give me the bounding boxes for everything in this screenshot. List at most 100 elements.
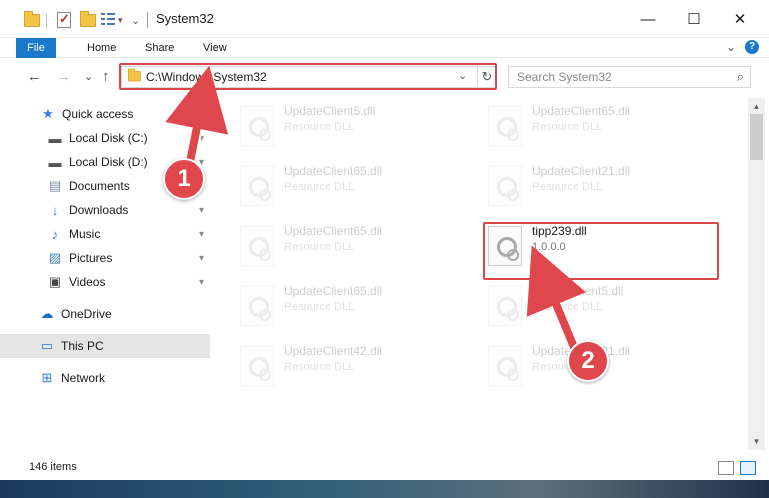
drive-icon: ▬ (48, 154, 62, 170)
dll-file-icon (488, 346, 522, 386)
search-input[interactable]: Search System32 ⌕ (508, 66, 751, 88)
file-name: UpdateClient65.dll (284, 224, 383, 238)
music-icon: ♪ (51, 226, 59, 242)
tab-home[interactable]: Home (87, 38, 116, 58)
pin-icon[interactable]: ▾ (199, 253, 204, 264)
sidebar-item-label: Music (69, 227, 101, 241)
file-type: Resource DLL (284, 181, 355, 193)
properties-check-icon[interactable] (57, 10, 71, 30)
documents-icon: ▤ (48, 178, 62, 193)
large-icons-view-icon[interactable] (740, 461, 756, 475)
vertical-scrollbar[interactable]: ▲ ▼ (748, 98, 765, 450)
sidebar-item-label: Local Disk (C:) (69, 131, 148, 145)
tab-share[interactable]: Share (145, 38, 174, 58)
list-item[interactable]: UpdateClient21.dll Resource DLL (458, 158, 698, 212)
pictures-icon: ▨ (48, 250, 62, 265)
search-placeholder: Search System32 (517, 70, 612, 84)
scroll-thumb[interactable] (750, 114, 763, 160)
view-options-icon[interactable] (101, 10, 115, 30)
sidebar-item-downloads[interactable]: ↓ Downloads ▾ (0, 198, 210, 222)
details-view-icon[interactable] (718, 461, 734, 475)
ribbon: File Home Share View ⌄ ? (0, 38, 769, 58)
list-item[interactable]: UpdateClient65.dll Resource DLL (458, 98, 698, 152)
list-item[interactable]: UpdateClient65.dll Resource DLL (210, 278, 450, 332)
list-item[interactable]: UpdateClient5.dll Resource DLL (458, 278, 698, 332)
sidebar-item-pictures[interactable]: ▨ Pictures ▾ (0, 246, 210, 270)
folder-icon[interactable] (24, 10, 40, 30)
list-item[interactable]: UpdateClient65.dll Resource DLL (210, 158, 450, 212)
up-button[interactable]: ↑ (102, 68, 110, 85)
downloads-icon: ↓ (51, 202, 59, 218)
drive-icon: ▬ (48, 130, 62, 146)
pin-icon[interactable]: ▾ (199, 133, 204, 144)
sidebar-item-label: Pictures (69, 251, 113, 265)
sidebar-item-label: Local Disk (D:) (69, 155, 148, 169)
star-icon: ★ (42, 106, 54, 121)
file-type: Resource DLL (284, 361, 355, 373)
file-name: UpdateClient21.dll (532, 164, 631, 178)
dll-file-icon (240, 346, 274, 386)
tab-file[interactable]: File (16, 38, 56, 58)
list-item[interactable]: UpdateClient5.dll Resource DLL (210, 98, 450, 152)
qa-dropdown-icon[interactable]: ⌄ (131, 10, 140, 30)
back-button[interactable]: ← (27, 68, 42, 85)
pin-icon[interactable]: ▾ (199, 229, 204, 240)
help-icon: ? (745, 40, 759, 54)
file-name: UpdateClient5.dll (532, 284, 624, 298)
item-count: 146 items (29, 461, 77, 473)
list-item[interactable]: UpdateClient42.dll Resource DLL (210, 338, 450, 392)
customize-qa-chevron-icon[interactable]: ▾ (118, 10, 123, 30)
tab-view[interactable]: View (203, 38, 227, 58)
sidebar-item-label: This PC (61, 339, 104, 353)
list-item[interactable]: UpdateClient65.dll Resource DLL (210, 218, 450, 272)
pin-icon[interactable]: ▾ (199, 277, 204, 288)
sidebar-item-label: Documents (69, 179, 130, 193)
file-type: Resource DLL (532, 181, 603, 193)
file-name: UpdateClient65.dll (284, 164, 383, 178)
callout-2: 2 (567, 340, 609, 382)
file-name: UpdateClient65.dll (532, 104, 631, 118)
search-icon[interactable]: ⌕ (737, 69, 744, 85)
forward-button[interactable]: → (56, 68, 71, 85)
sidebar-item-label: Downloads (69, 203, 129, 217)
file-type: Resource DLL (284, 301, 355, 313)
sidebar-item-videos[interactable]: ▣ Videos ▾ (0, 270, 210, 294)
scroll-up-icon[interactable]: ▲ (748, 98, 765, 115)
sidebar-item-music[interactable]: ♪ Music ▾ (0, 222, 210, 246)
close-button[interactable]: ✕ (717, 0, 763, 38)
file-type: Resource DLL (284, 241, 355, 253)
minimize-button[interactable]: — (625, 0, 671, 38)
scroll-down-icon[interactable]: ▼ (748, 433, 765, 450)
desktop-background (0, 480, 769, 498)
window-title: System32 (156, 11, 214, 26)
chevron-down-icon[interactable]: ⌄ (726, 40, 736, 54)
callout-1: 1 (163, 158, 205, 200)
sidebar-item-label: Quick access (62, 107, 134, 121)
file-type: Resource DLL (532, 301, 603, 313)
file-name: UpdateClient42.dll (284, 344, 383, 358)
sidebar-item-quick-access[interactable]: ★ Quick access (0, 102, 210, 126)
maximize-button[interactable]: ☐ (671, 0, 717, 38)
pin-icon[interactable]: ▾ (199, 205, 204, 216)
sidebar-item-local-disk-c[interactable]: ▬ Local Disk (C:) ▾ (0, 126, 210, 150)
dll-file-icon (240, 166, 274, 206)
new-folder-icon[interactable] (80, 10, 96, 30)
sidebar-item-label: Videos (69, 275, 106, 289)
file-name: UpdateClient65.dll (284, 284, 383, 298)
network-icon: ⊞ (41, 370, 53, 385)
dll-file-icon (240, 106, 274, 146)
videos-icon: ▣ (48, 274, 62, 289)
navigation-pane: ★ Quick access ▬ Local Disk (C:) ▾ ▬ Loc… (0, 98, 210, 450)
help-button[interactable]: ? (745, 40, 759, 54)
file-highlight (483, 222, 719, 280)
title-divider (147, 12, 148, 28)
dll-file-icon (488, 166, 522, 206)
dll-file-icon (488, 106, 522, 146)
dll-file-icon (240, 286, 274, 326)
title-bar: ▾ ⌄ System32 — ☐ ✕ (0, 0, 769, 38)
sidebar-item-onedrive[interactable]: ☁ OneDrive (0, 302, 210, 326)
sidebar-item-this-pc[interactable]: ▭ This PC (0, 334, 210, 358)
sidebar-item-network[interactable]: ⊞ Network (0, 366, 210, 390)
recent-locations-button[interactable]: ⌄ (84, 70, 93, 83)
file-type: Resource DLL (532, 121, 603, 133)
